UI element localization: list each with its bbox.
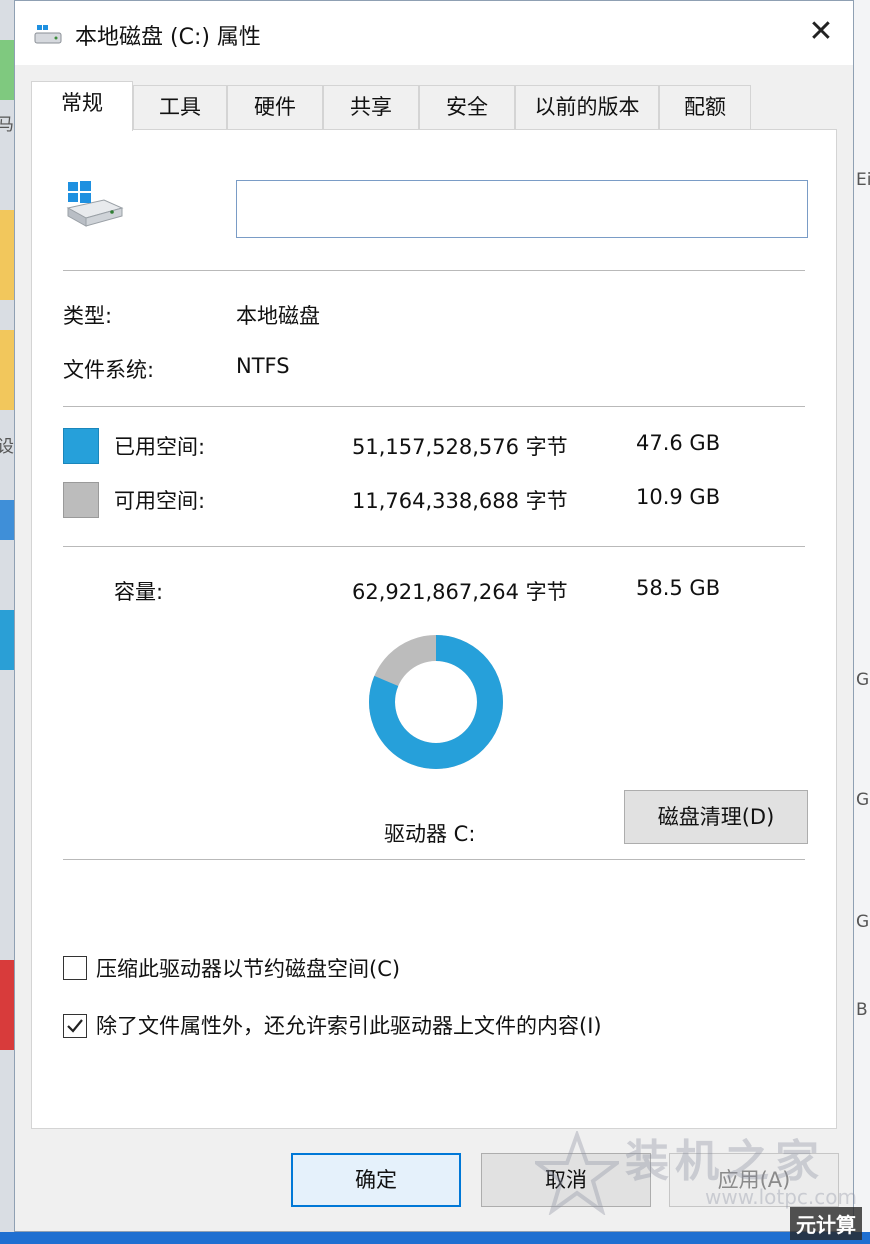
close-icon: ✕	[808, 14, 834, 49]
background-segment	[0, 500, 14, 540]
tab-hardware[interactable]: 硬件	[227, 85, 323, 129]
capacity-size: 58.5 GB	[636, 576, 721, 600]
corner-badge: 元计算	[790, 1207, 862, 1240]
background-segment	[0, 40, 14, 100]
apply-button[interactable]: 应用(A)	[669, 1153, 839, 1207]
cancel-button[interactable]: 取消	[481, 1153, 651, 1207]
disk-cleanup-button[interactable]: 磁盘清理(D)	[624, 790, 808, 844]
used-space-bytes: 51,157,528,576 字节	[352, 435, 568, 459]
capacity-bytes: 62,921,867,264 字节	[352, 580, 568, 604]
drive-icon	[64, 178, 126, 232]
type-label: 类型:	[63, 304, 113, 328]
free-space-label: 可用空间:	[114, 489, 206, 513]
properties-dialog: 本地磁盘 (C:) 属性 ✕ 常规 工具 硬件 共享 安全 以前的版本 配额 类…	[14, 0, 857, 1232]
free-space-size: 10.9 GB	[636, 485, 721, 509]
tab-tools[interactable]: 工具	[133, 85, 227, 129]
background-segment	[0, 960, 14, 1050]
background-glyph: Ei	[856, 170, 870, 190]
tab-sharing[interactable]: 共享	[323, 85, 419, 129]
background-glyph: G	[856, 912, 870, 932]
capacity-label: 容量:	[114, 580, 164, 604]
tab-security[interactable]: 安全	[419, 85, 515, 129]
tab-previous-versions[interactable]: 以前的版本	[515, 85, 659, 129]
background-glyph: G	[856, 790, 870, 810]
index-label: 除了文件属性外，还允许索引此驱动器上文件的内容(I)	[96, 1014, 602, 1038]
background-segment	[0, 210, 14, 300]
divider	[63, 546, 805, 547]
divider	[63, 270, 805, 271]
background-glyph: G	[856, 670, 870, 690]
tab-general[interactable]: 常规	[31, 81, 133, 131]
tab-quota[interactable]: 配额	[659, 85, 751, 129]
ok-button[interactable]: 确定	[291, 1153, 461, 1207]
background-segment	[0, 610, 14, 670]
used-space-swatch	[63, 428, 99, 464]
used-space-label: 已用空间:	[114, 435, 206, 459]
filesystem-label: 文件系统:	[63, 358, 155, 382]
title-bar: 本地磁盘 (C:) 属性 ✕	[15, 1, 853, 65]
background-left-strip: 马 设	[0, 0, 14, 1244]
background-glyph: B	[856, 1000, 868, 1020]
free-space-swatch	[63, 482, 99, 518]
close-button[interactable]: ✕	[789, 1, 853, 65]
divider	[63, 859, 805, 860]
background-glyph: 设	[0, 437, 14, 457]
window-title: 本地磁盘 (C:) 属性	[75, 25, 261, 50]
drive-name-input[interactable]	[236, 180, 808, 238]
compress-label: 压缩此驱动器以节约磁盘空间(C)	[96, 957, 401, 981]
general-panel: 类型: 本地磁盘 文件系统: NTFS 已用空间: 51,157,528,576…	[31, 129, 837, 1129]
drive-letter-label: 驱动器 C:	[384, 822, 476, 846]
background-segment	[0, 330, 14, 410]
free-space-bytes: 11,764,338,688 字节	[352, 489, 568, 513]
index-checkbox[interactable]	[63, 1014, 87, 1038]
background-right-strip: Ei G G G B	[853, 0, 870, 1244]
drive-icon	[33, 23, 63, 51]
used-space-size: 47.6 GB	[636, 431, 721, 455]
background-glyph: 马	[0, 115, 14, 135]
type-value: 本地磁盘	[236, 304, 320, 328]
compress-checkbox[interactable]	[63, 956, 87, 980]
taskbar-edge	[0, 1232, 870, 1244]
usage-donut-chart	[369, 635, 503, 769]
filesystem-value: NTFS	[236, 354, 290, 378]
divider	[63, 406, 805, 407]
